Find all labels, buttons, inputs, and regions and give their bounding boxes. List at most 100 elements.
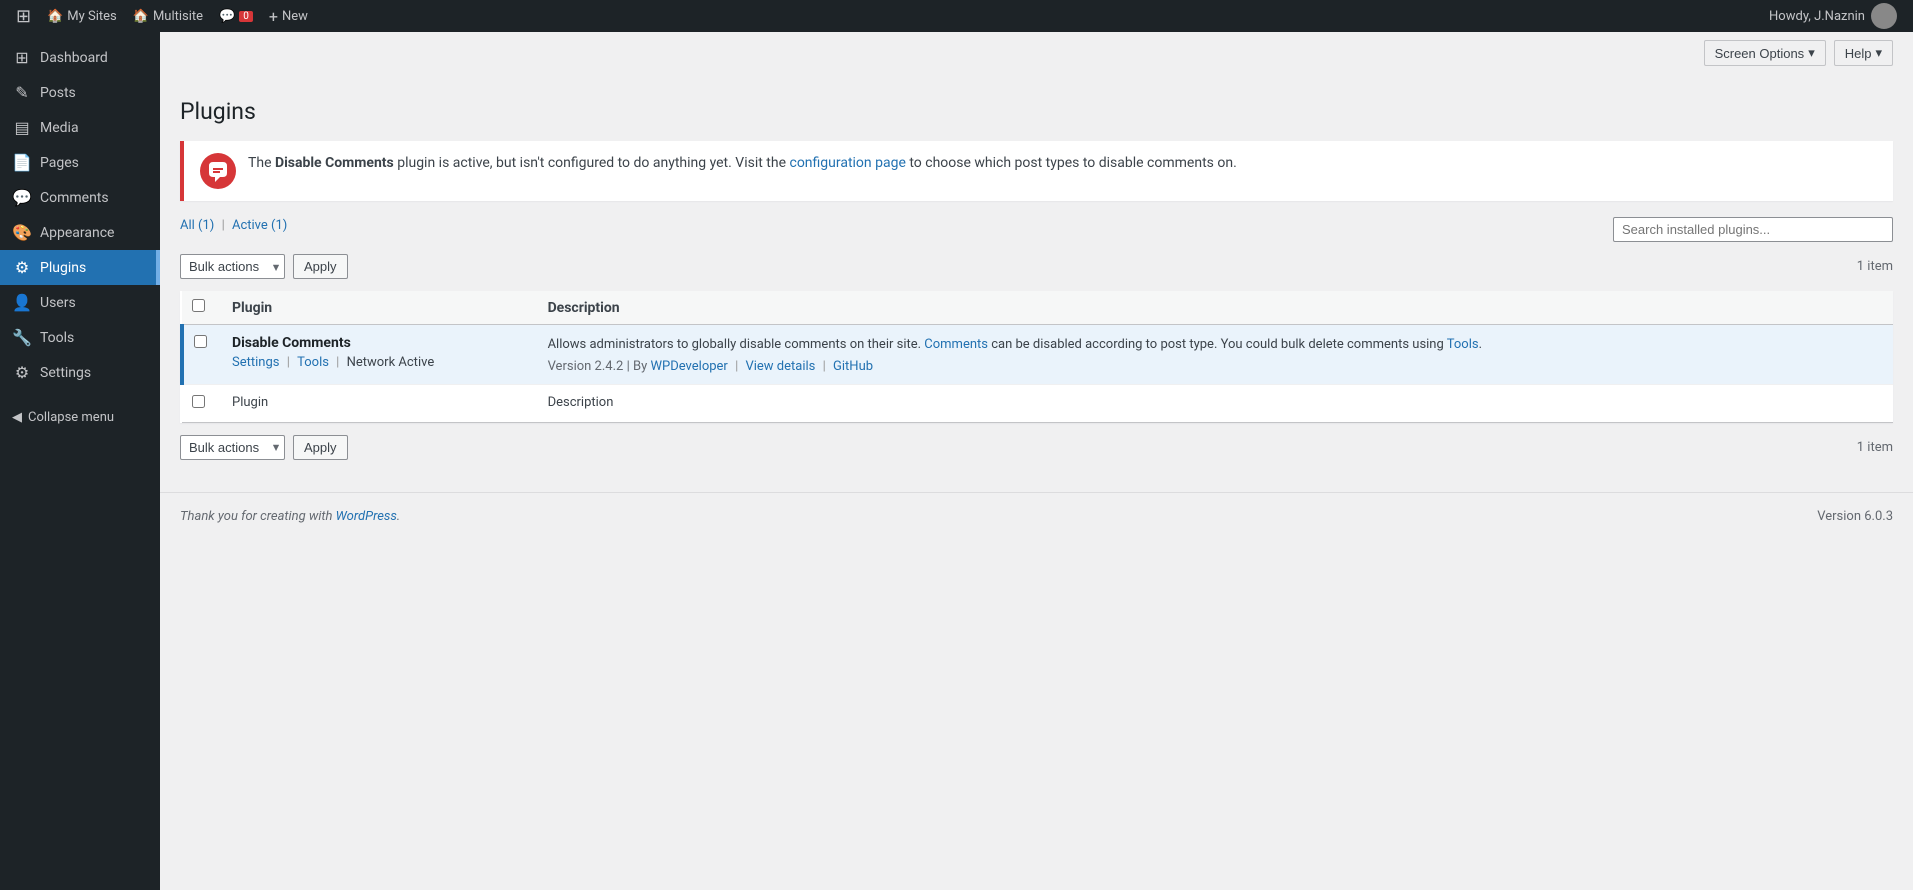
footer-checkbox-cell (182, 384, 222, 422)
my-sites-icon: 🏠 (47, 9, 63, 24)
apply-button-bottom[interactable]: Apply (293, 435, 348, 460)
help-label: Help (1845, 46, 1872, 61)
view-details-link[interactable]: View details (745, 359, 815, 374)
notice-after: plugin is active, but isn't configured t… (394, 155, 790, 171)
plugin-checkbox[interactable] (194, 335, 207, 348)
sidebar-item-users[interactable]: 👤 Users (0, 285, 160, 320)
sidebar-item-comments[interactable]: 💬 Comments (0, 180, 160, 215)
plugin-network-active-label: Network Active (347, 355, 435, 370)
plugin-settings-link[interactable]: Settings (232, 355, 279, 370)
filter-all-link[interactable]: All (1) (180, 218, 214, 233)
tablenav-top: Bulk actions ▾ Apply 1 item (180, 250, 1893, 283)
wp-wrap: ⊞ Dashboard ✎ Posts ▤ Media 📄 Pages 💬 Co… (0, 32, 1913, 890)
comments-link-in-desc[interactable]: Comments (924, 337, 988, 352)
sidebar-item-label: Appearance (40, 225, 114, 241)
help-button[interactable]: Help ▾ (1834, 40, 1893, 66)
howdy-menu[interactable]: Howdy, J.Naznin (1761, 3, 1905, 29)
notice-config-link[interactable]: configuration page (789, 155, 905, 171)
multisite-label: Multisite (153, 9, 203, 24)
table-row: Disable Comments Settings | Tools | Netw… (182, 325, 1893, 385)
plugin-author-link[interactable]: WPDeveloper (650, 359, 727, 374)
plugin-version: Version 2.4.2 (548, 359, 624, 374)
plugins-table: Plugin Description Disable Comments Sett… (180, 291, 1893, 423)
bulk-actions-select-bottom[interactable]: Bulk actions (180, 435, 285, 460)
sidebar-item-plugins[interactable]: ⚙ Plugins (0, 250, 160, 285)
page-title: Plugins (180, 98, 256, 125)
apply-button-top[interactable]: Apply (293, 254, 348, 279)
sidebar-item-label: Posts (40, 85, 76, 101)
screen-options-button[interactable]: Screen Options ▾ (1704, 40, 1826, 66)
select-all-checkbox-top[interactable] (192, 299, 205, 312)
filter-links: All (1) | Active (1) (180, 218, 287, 233)
bulk-actions-select-top[interactable]: Bulk actions (180, 254, 285, 279)
footer-plugin-col: Plugin (222, 384, 538, 422)
footer-thank-you: Thank you for creating with WordPress. (180, 509, 400, 524)
footer-description-col: Description (538, 384, 1893, 422)
sidebar-item-label: Pages (40, 155, 79, 171)
notice-end: to choose which post types to disable co… (906, 155, 1237, 171)
item-count-top: 1 item (1857, 259, 1893, 274)
sidebar-item-label: Users (40, 295, 76, 311)
sidebar-item-label: Plugins (40, 260, 86, 276)
bulk-actions-wrap-top: Bulk actions ▾ (180, 254, 285, 279)
new-label: New (282, 9, 308, 24)
new-content-menu[interactable]: + New (261, 0, 316, 32)
dashboard-icon: ⊞ (12, 48, 32, 67)
page-footer: Thank you for creating with WordPress. V… (160, 492, 1913, 540)
users-icon: 👤 (12, 293, 32, 312)
my-sites-menu[interactable]: 🏠 My Sites (39, 0, 125, 32)
table-row-footer: Plugin Description (182, 384, 1893, 422)
collapse-menu-button[interactable]: ◀ Collapse menu (0, 398, 160, 437)
multisite-icon: 🏠 (133, 9, 149, 24)
sidebar-item-dashboard[interactable]: ⊞ Dashboard (0, 40, 160, 75)
pages-icon: 📄 (12, 153, 32, 172)
admin-bar: ⊞ 🏠 My Sites 🏠 Multisite 💬 0 + New Howdy… (0, 0, 1913, 32)
plugins-icon: ⚙ (12, 258, 32, 277)
notice-before: The (248, 155, 275, 171)
plugin-meta: Version 2.4.2 | By WPDeveloper | View de… (548, 359, 1883, 374)
collapse-arrow-icon: ◀ (12, 410, 22, 425)
sidebar-item-pages[interactable]: 📄 Pages (0, 145, 160, 180)
filter-all-label: All (180, 218, 195, 233)
media-icon: ▤ (12, 118, 32, 137)
sidebar-item-media[interactable]: ▤ Media (0, 110, 160, 145)
plugin-description: Allows administrators to globally disabl… (548, 335, 1883, 355)
sidebar-item-appearance[interactable]: 🎨 Appearance (0, 215, 160, 250)
tablenav-bottom: Bulk actions ▾ Apply 1 item (180, 431, 1893, 464)
multisite-link[interactable]: 🏠 Multisite (125, 0, 211, 32)
collapse-menu-label: Collapse menu (28, 410, 114, 425)
search-input[interactable] (1613, 217, 1893, 242)
plugin-name-cell: Disable Comments Settings | Tools | Netw… (222, 325, 538, 385)
sidebar-item-tools[interactable]: 🔧 Tools (0, 320, 160, 355)
by-label: By (633, 359, 647, 374)
sidebar-item-settings[interactable]: ⚙ Settings (0, 355, 160, 390)
filter-active-link[interactable]: Active (1) (232, 218, 287, 233)
comments-link[interactable]: 💬 0 (211, 0, 261, 32)
my-sites-label: My Sites (67, 9, 116, 24)
tools-icon: 🔧 (12, 328, 32, 347)
sidebar-item-posts[interactable]: ✎ Posts (0, 75, 160, 110)
sidebar-item-label: Comments (40, 190, 109, 206)
avatar (1871, 3, 1897, 29)
comments-icon: 💬 (219, 9, 235, 24)
col-plugin-header: Plugin (222, 291, 538, 325)
comments-count-badge: 0 (239, 11, 253, 22)
adminbar-right: Howdy, J.Naznin (1761, 3, 1905, 29)
appearance-icon: 🎨 (12, 223, 32, 242)
wp-logo-icon[interactable]: ⊞ (8, 6, 39, 27)
tools-link-in-desc[interactable]: Tools (1447, 337, 1479, 352)
sidebar-item-label: Settings (40, 365, 91, 381)
search-box (1613, 217, 1893, 242)
plugin-tools-link[interactable]: Tools (297, 355, 329, 370)
plus-icon: + (269, 7, 278, 26)
footer-row-checkbox[interactable] (192, 395, 205, 408)
screen-options-label: Screen Options (1715, 46, 1805, 61)
posts-icon: ✎ (12, 83, 32, 102)
admin-menu: ⊞ Dashboard ✎ Posts ▤ Media 📄 Pages 💬 Co… (0, 32, 160, 890)
plugin-notice: The Disable Comments plugin is active, b… (180, 141, 1893, 201)
footer-wordpress-link[interactable]: WordPress (336, 509, 397, 524)
plugin-name: Disable Comments (232, 335, 528, 351)
github-link[interactable]: GitHub (833, 359, 873, 374)
sidebar-item-label: Dashboard (40, 50, 108, 66)
footer-version: Version 6.0.3 (1817, 509, 1893, 524)
